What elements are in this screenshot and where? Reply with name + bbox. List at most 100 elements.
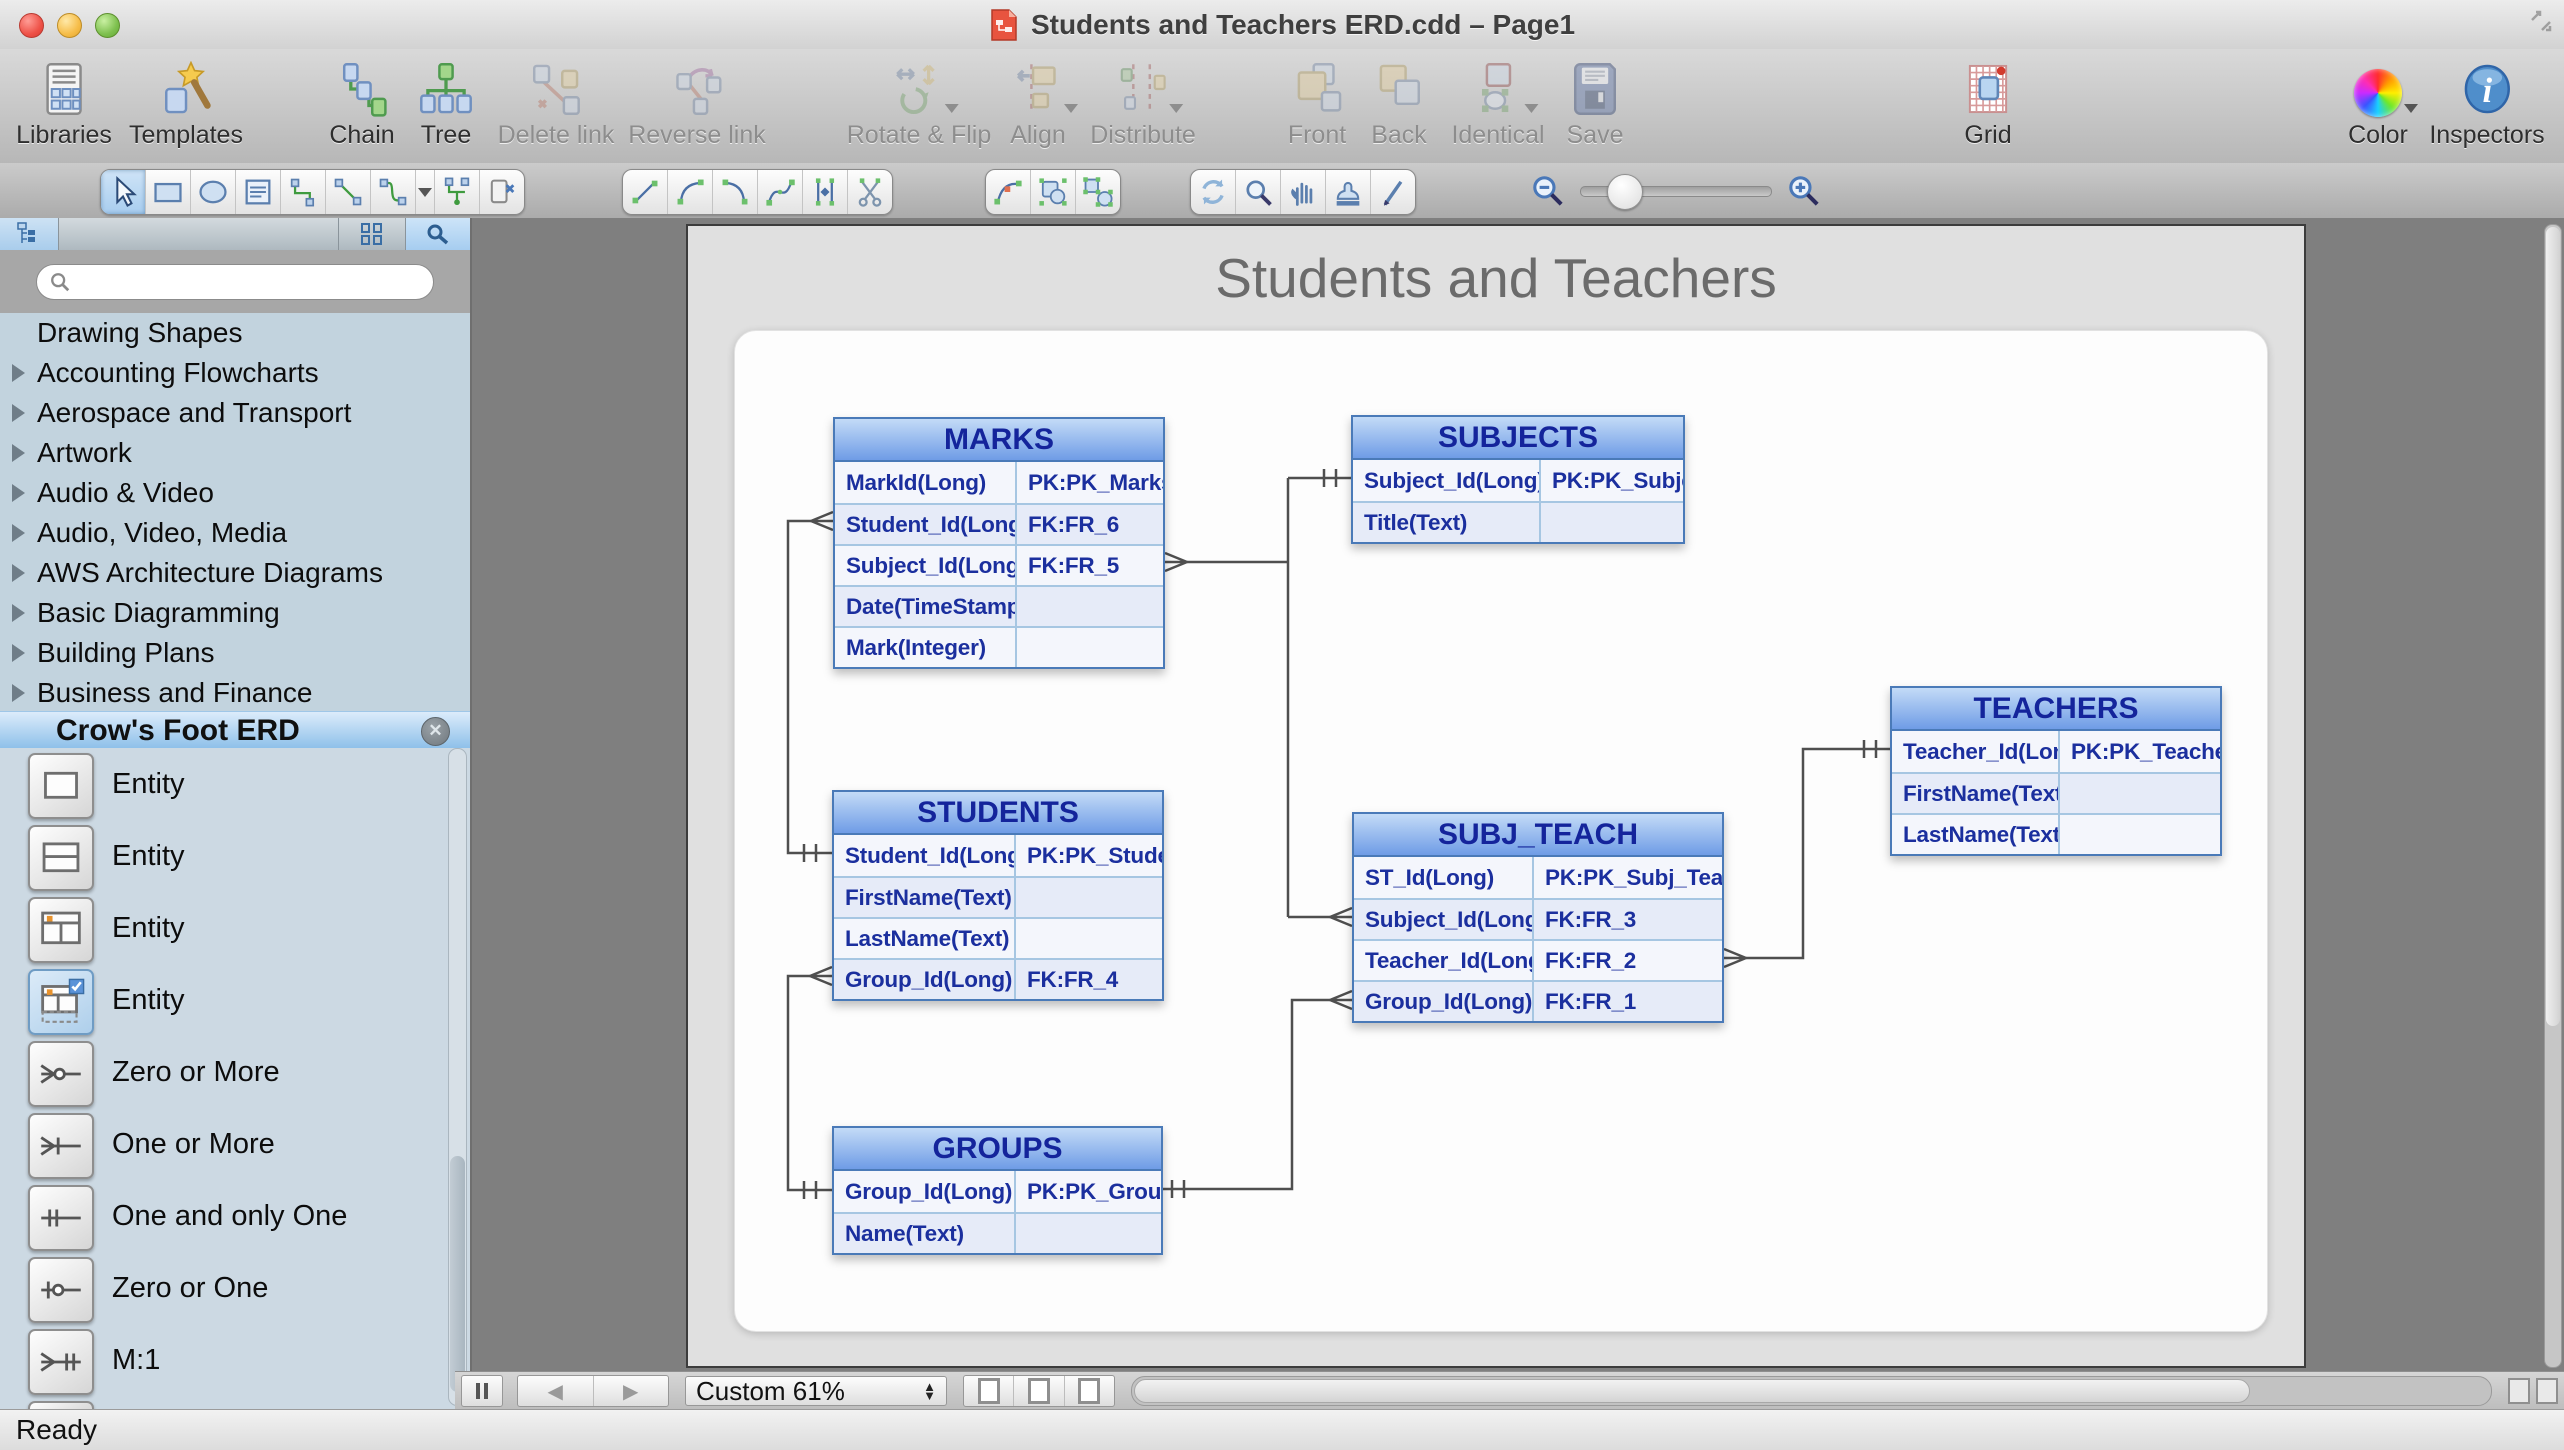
mirror-tool[interactable] bbox=[803, 170, 848, 214]
stencil-entity-1[interactable]: Entity bbox=[0, 750, 470, 822]
select-tool[interactable] bbox=[101, 170, 146, 214]
stencil-zero-or-one[interactable]: Zero or One bbox=[0, 1254, 470, 1326]
horizontal-scrollbar-thumb[interactable] bbox=[1134, 1379, 2251, 1403]
category-building-plans[interactable]: Building Plans bbox=[0, 633, 470, 673]
erd-table-subjects[interactable]: SUBJECTS Subject_Id(Long)PK:PK_Subjects T… bbox=[1351, 415, 1685, 544]
refresh-tool[interactable] bbox=[1191, 170, 1236, 214]
erd-table-teachers[interactable]: TEACHERS Teacher_Id(Long)PK:PK_TeachersF… bbox=[1890, 686, 2222, 856]
pan-tool[interactable] bbox=[1281, 170, 1326, 214]
curved-connector-tool[interactable] bbox=[371, 170, 416, 214]
prev-page-button[interactable]: ◀ bbox=[518, 1376, 594, 1406]
view-mode-1[interactable] bbox=[964, 1376, 1015, 1406]
category-drawing-shapes[interactable]: Drawing Shapes bbox=[0, 313, 470, 353]
delete-link-button: Delete link bbox=[498, 55, 614, 150]
group-tool[interactable] bbox=[1031, 170, 1076, 214]
category-artwork[interactable]: Artwork bbox=[0, 433, 470, 473]
stencil-one-or-more[interactable]: One or More bbox=[0, 1110, 470, 1182]
erd-table-subj-teach[interactable]: SUBJ_TEACH ST_Id(Long) PK:PK_Subj_TeachSu… bbox=[1352, 812, 1724, 1023]
zoom-slider-knob[interactable] bbox=[1607, 173, 1643, 210]
spline-tool[interactable] bbox=[758, 170, 803, 214]
library-panel-header[interactable]: Crow's Foot ERD ✕ bbox=[0, 711, 470, 751]
category-business-finance[interactable]: Business and Finance bbox=[0, 673, 470, 713]
view-mode-2[interactable] bbox=[1014, 1376, 1065, 1406]
stencil-one-and-only-one[interactable]: One and only One bbox=[0, 1182, 470, 1254]
category-accounting-flowcharts[interactable]: Accounting Flowcharts bbox=[0, 353, 470, 393]
templates-icon bbox=[164, 61, 211, 114]
zoom-out-icon[interactable] bbox=[1530, 173, 1566, 209]
stencil-zero-or-more[interactable]: Zero or More bbox=[0, 1038, 470, 1110]
tree-view-button[interactable] bbox=[0, 218, 59, 250]
fullscreen-icon[interactable] bbox=[2528, 8, 2554, 34]
zoom-tool[interactable] bbox=[1236, 170, 1281, 214]
reshape-tool[interactable] bbox=[986, 170, 1031, 214]
stencil-m1[interactable]: M:1 bbox=[0, 1326, 470, 1398]
expand-triangle-icon[interactable] bbox=[12, 404, 25, 422]
inspectors-button[interactable]: i Inspectors bbox=[2429, 55, 2545, 150]
zoom-in-icon[interactable] bbox=[1786, 173, 1822, 209]
direct-connector-tool[interactable] bbox=[326, 170, 371, 214]
rectangle-tool[interactable] bbox=[146, 170, 191, 214]
arc-tool[interactable] bbox=[668, 170, 713, 214]
vertical-scrollbar[interactable] bbox=[2544, 224, 2562, 1368]
libraries-button[interactable]: Libraries bbox=[16, 55, 112, 150]
ellipse-tool[interactable] bbox=[191, 170, 236, 214]
entity-attributes-selected-icon bbox=[41, 978, 85, 1023]
erd-key-cell bbox=[1539, 503, 1683, 542]
erd-table-marks[interactable]: MARKS MarkId(Long) PK:PK_Marks Student_Id(… bbox=[833, 417, 1165, 669]
diagram-title[interactable]: Students and Teachers bbox=[1215, 246, 1777, 310]
arc2-tool[interactable] bbox=[713, 170, 758, 214]
templates-button[interactable]: Templates bbox=[129, 55, 243, 150]
stamp-tool[interactable] bbox=[1326, 170, 1371, 214]
search-view-button[interactable] bbox=[405, 218, 470, 250]
color-button[interactable]: Color bbox=[2348, 55, 2418, 150]
stencil-entity-2[interactable]: Entity bbox=[0, 822, 470, 894]
chain-button[interactable]: Chain bbox=[329, 55, 395, 150]
connector-dropdown[interactable] bbox=[416, 170, 435, 214]
drawing-toolbar bbox=[0, 163, 2564, 219]
sidebar-scrollbar[interactable] bbox=[448, 748, 467, 1406]
erd-table-students[interactable]: STUDENTS Student_Id(Long)PK:PK_StudentsF… bbox=[832, 790, 1164, 1001]
expand-triangle-icon[interactable] bbox=[12, 604, 25, 622]
dropdown-arrow-icon bbox=[1169, 104, 1183, 113]
expand-triangle-icon[interactable] bbox=[12, 444, 25, 462]
next-page-button[interactable]: ▶ bbox=[594, 1376, 669, 1406]
page-tabs-button[interactable] bbox=[461, 1375, 503, 1407]
erd-table-groups[interactable]: GROUPS Group_Id(Long)PK:PK_Groups Name(Te… bbox=[832, 1126, 1163, 1255]
expand-triangle-icon[interactable] bbox=[12, 484, 25, 502]
search-field[interactable] bbox=[36, 263, 434, 300]
stencil-entity-3[interactable]: Entity bbox=[0, 894, 470, 966]
style-transfer-tool[interactable] bbox=[1371, 170, 1415, 214]
expand-triangle-icon[interactable] bbox=[12, 644, 25, 662]
ungroup-tool[interactable] bbox=[1076, 170, 1120, 214]
close-panel-button[interactable]: ✕ bbox=[421, 717, 450, 746]
smart-connector-tool[interactable] bbox=[281, 170, 326, 214]
expand-triangle-icon[interactable] bbox=[12, 524, 25, 542]
category-aws-architecture[interactable]: AWS Architecture Diagrams bbox=[0, 553, 470, 593]
expand-triangle-icon[interactable] bbox=[12, 684, 25, 702]
horizontal-scrollbar[interactable] bbox=[1131, 1376, 2492, 1406]
view-mode-3[interactable] bbox=[1065, 1376, 1114, 1406]
tree-button[interactable]: Tree bbox=[416, 55, 476, 150]
zero-or-one-icon bbox=[41, 1281, 81, 1299]
text-tool[interactable] bbox=[236, 170, 281, 214]
category-aerospace-transport[interactable]: Aerospace and Transport bbox=[0, 393, 470, 433]
expand-triangle-icon[interactable] bbox=[12, 364, 25, 382]
zoom-level-select[interactable]: Custom 61% ▲ ▼ bbox=[685, 1376, 947, 1406]
grid-button[interactable]: Grid bbox=[1958, 55, 2018, 150]
disconnect-tool[interactable] bbox=[480, 170, 524, 214]
stencil-entity-4-selected[interactable]: Entity bbox=[0, 966, 470, 1038]
expand-triangle-icon[interactable] bbox=[12, 564, 25, 582]
search-input[interactable] bbox=[79, 266, 421, 297]
sidebar-scrollbar-thumb[interactable] bbox=[450, 1155, 465, 1392]
zoom-stepper-icon[interactable]: ▲ ▼ bbox=[923, 1380, 936, 1402]
tree-connector-tool[interactable] bbox=[435, 170, 480, 214]
zoom-slider[interactable] bbox=[1580, 173, 1772, 210]
category-audio-video[interactable]: Audio & Video bbox=[0, 473, 470, 513]
split-tool[interactable] bbox=[848, 170, 892, 214]
line-tool[interactable] bbox=[623, 170, 668, 214]
grid-view-button[interactable] bbox=[338, 218, 405, 250]
rectangle-icon bbox=[154, 182, 182, 203]
vertical-scrollbar-thumb[interactable] bbox=[2546, 227, 2560, 1027]
category-basic-diagramming[interactable]: Basic Diagramming bbox=[0, 593, 470, 633]
category-audio-video-media[interactable]: Audio, Video, Media bbox=[0, 513, 470, 553]
